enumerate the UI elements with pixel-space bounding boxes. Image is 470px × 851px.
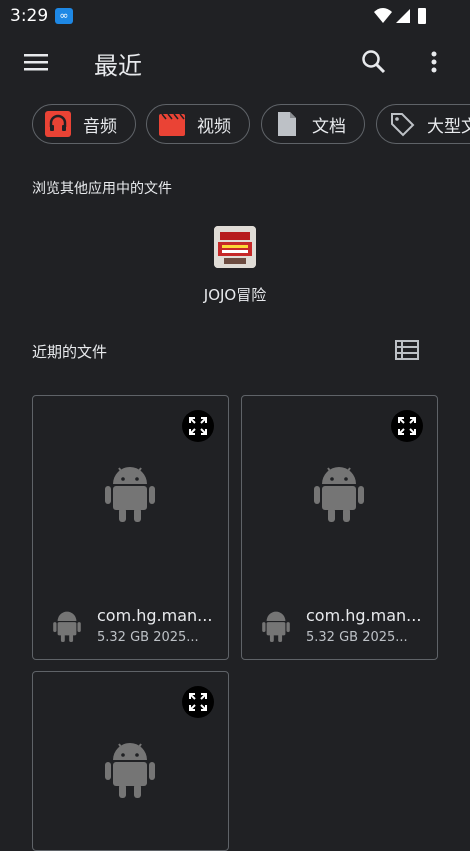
file-meta: 5.32 GB 2025... <box>97 630 199 645</box>
browse-section-title: 浏览其他应用中的文件 <box>32 181 172 197</box>
fullscreen-icon <box>189 417 207 435</box>
chip-large-files[interactable]: 大型文 <box>376 104 470 144</box>
filter-chips: 音频 视频 文档 大型文 <box>0 104 470 148</box>
search-icon[interactable] <box>358 46 390 78</box>
file-name: com.hg.man... <box>306 606 422 625</box>
jojo-app-icon <box>214 226 256 268</box>
file-card[interactable]: com.hg.man... 5.32 GB 2025... <box>241 395 438 660</box>
android-icon <box>53 611 81 642</box>
recent-section-title: 近期的文件 <box>32 343 108 361</box>
expand-button[interactable] <box>182 686 214 718</box>
chip-label: 音频 <box>83 116 117 137</box>
app-tile-jojo[interactable]: JOJO冒险 <box>192 226 278 306</box>
battery-icon <box>418 8 426 24</box>
movie-icon <box>159 113 185 136</box>
chip-audio[interactable]: 音频 <box>32 104 136 144</box>
page-title: 最近 <box>94 52 142 80</box>
chip-documents[interactable]: 文档 <box>261 104 365 144</box>
fullscreen-icon <box>189 693 207 711</box>
tag-icon <box>391 113 415 137</box>
document-icon <box>278 112 296 136</box>
headphones-icon <box>45 111 71 137</box>
chip-label: 文档 <box>312 116 346 137</box>
file-card[interactable] <box>32 671 229 851</box>
wifi-icon <box>374 8 392 23</box>
android-icon <box>262 611 290 642</box>
signal-icon <box>396 9 410 23</box>
android-icon <box>105 743 155 798</box>
list-view-icon[interactable] <box>394 338 420 362</box>
file-meta: 5.32 GB 2025... <box>306 630 408 645</box>
app-label: JOJO冒险 <box>203 286 267 304</box>
chip-video[interactable]: 视频 <box>146 104 250 144</box>
status-time: 3:29 <box>10 6 49 26</box>
status-icons <box>374 8 426 24</box>
more-options-icon[interactable] <box>418 46 450 78</box>
file-card[interactable]: com.hg.man... 5.32 GB 2025... <box>32 395 229 660</box>
app-bar: 最近 <box>0 32 470 94</box>
file-name: com.hg.man... <box>97 606 213 625</box>
android-icon <box>105 467 155 522</box>
expand-button[interactable] <box>391 410 423 442</box>
status-bar: 3:29 ∞ <box>0 0 470 32</box>
menu-icon[interactable] <box>20 46 52 78</box>
fullscreen-icon <box>398 417 416 435</box>
android-icon <box>314 467 364 522</box>
chip-label: 视频 <box>197 116 231 137</box>
chip-label: 大型文 <box>427 116 470 137</box>
expand-button[interactable] <box>182 410 214 442</box>
notification-app-icon: ∞ <box>55 8 73 24</box>
